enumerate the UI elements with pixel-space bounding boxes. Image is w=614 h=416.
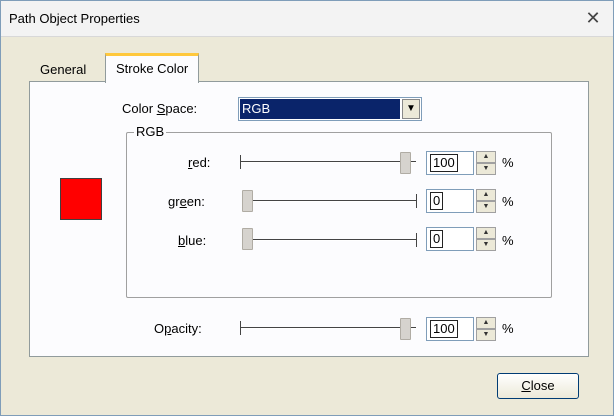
spin-up-icon[interactable]: ▲ — [476, 227, 496, 239]
color-space-value: RGB — [240, 99, 400, 119]
spin-down-icon[interactable]: ▼ — [476, 239, 496, 251]
red-label: red: — [188, 155, 211, 170]
red-value-input[interactable]: 100 — [426, 151, 474, 175]
tab-general[interactable]: General — [29, 59, 97, 81]
spin-up-icon[interactable]: ▲ — [476, 317, 496, 329]
green-label: green: — [168, 194, 205, 209]
red-slider-thumb[interactable] — [400, 152, 411, 174]
rgb-group-legend: RGB — [134, 124, 167, 139]
blue-percent-label: % — [502, 233, 514, 248]
spin-up-icon[interactable]: ▲ — [476, 151, 496, 163]
opacity-value-input[interactable]: 100 — [426, 317, 474, 341]
close-button[interactable]: Close — [497, 373, 579, 399]
green-value-input[interactable]: 0 — [426, 189, 474, 213]
green-slider-thumb[interactable] — [242, 190, 253, 212]
spin-down-icon[interactable]: ▼ — [476, 201, 496, 213]
opacity-percent-label: % — [502, 321, 514, 336]
blue-label: blue: — [178, 233, 207, 248]
tab-stroke-color[interactable]: Stroke Color — [105, 53, 200, 83]
stroke-color-panel: Color Space: RGB ▼ RGB red: 100 ▲ ▼ % gr… — [29, 81, 589, 357]
window-title: Path Object Properties — [9, 11, 140, 26]
blue-slider-thumb[interactable] — [242, 228, 253, 250]
title-bar: Path Object Properties ✕ — [1, 1, 613, 37]
color-space-dropdown[interactable]: RGB ▼ — [238, 97, 422, 121]
green-slider-track[interactable] — [244, 200, 416, 202]
opacity-slider-thumb[interactable] — [400, 318, 411, 340]
green-spinner[interactable]: ▲ ▼ — [476, 189, 496, 213]
red-slider-track[interactable] — [240, 161, 416, 163]
spin-up-icon[interactable]: ▲ — [476, 189, 496, 201]
blue-value-input[interactable]: 0 — [426, 227, 474, 251]
chevron-down-icon[interactable]: ▼ — [402, 99, 420, 119]
spin-down-icon[interactable]: ▼ — [476, 329, 496, 341]
opacity-label: Opacity: — [154, 321, 202, 336]
close-icon[interactable]: ✕ — [583, 7, 603, 29]
blue-spinner[interactable]: ▲ ▼ — [476, 227, 496, 251]
green-percent-label: % — [502, 194, 514, 209]
color-space-label: Color Space: — [122, 101, 198, 116]
properties-dialog: Path Object Properties ✕ General Stroke … — [0, 0, 614, 416]
red-percent-label: % — [502, 155, 514, 170]
color-swatch — [60, 178, 102, 220]
opacity-slider-track[interactable] — [240, 327, 416, 329]
spin-down-icon[interactable]: ▼ — [476, 163, 496, 175]
red-spinner[interactable]: ▲ ▼ — [476, 151, 496, 175]
opacity-spinner[interactable]: ▲ ▼ — [476, 317, 496, 341]
blue-slider-track[interactable] — [244, 239, 416, 241]
